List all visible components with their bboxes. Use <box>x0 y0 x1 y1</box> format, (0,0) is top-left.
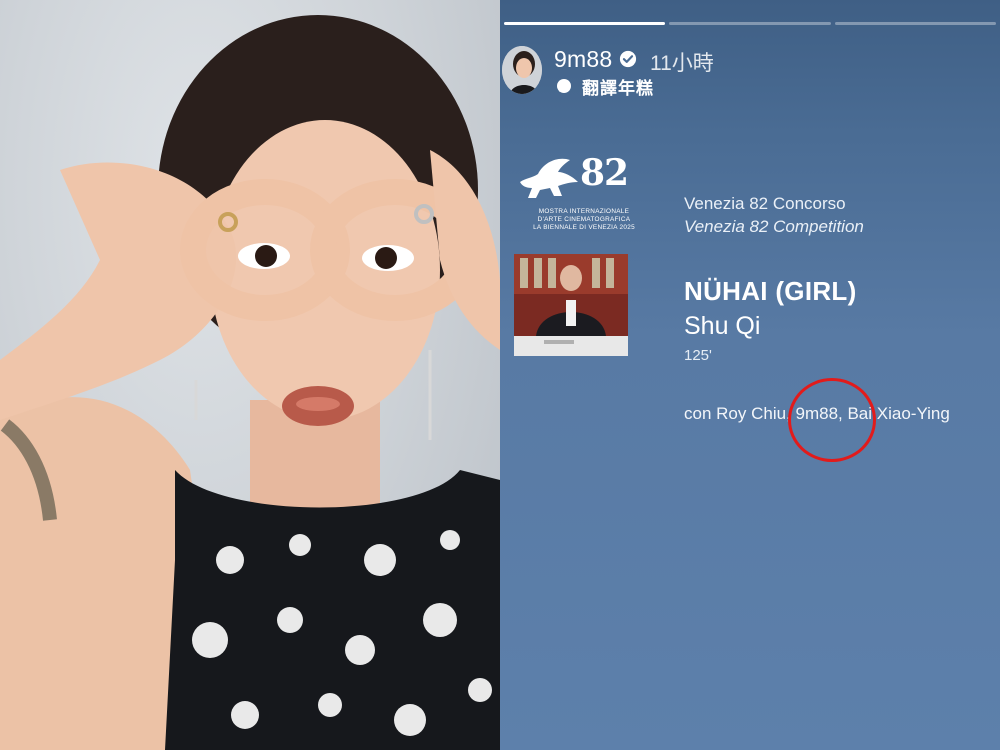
logo-number: 82 <box>580 152 629 194</box>
press-conference-image <box>514 254 628 356</box>
film-still-image <box>514 254 628 356</box>
translate-label: 翻譯年糕 <box>582 78 654 98</box>
film-info: NÜHAI (GIRL) Shu Qi 125' <box>684 276 857 364</box>
logo-line-3: LA BIENNALE DI VENEZIA 2025 <box>533 224 635 231</box>
speech-bubble-icon <box>557 79 571 93</box>
verified-badge-icon <box>619 50 637 68</box>
story-progress-bar <box>504 22 996 25</box>
left-iris <box>255 245 277 267</box>
avatar-image <box>502 46 542 94</box>
progress-segment-2 <box>669 22 831 25</box>
logo-line-1: MOSTRA INTERNAZIONALE <box>538 208 630 215</box>
translate-link[interactable]: 翻譯年糕 <box>556 75 654 98</box>
film-runtime: 125' <box>684 347 712 364</box>
right-iris <box>375 247 397 269</box>
instagram-story[interactable]: 9m88 11小時 翻譯年糕 82 MOSTRA INTERNAZIONALE … <box>500 0 1000 750</box>
story-header: 9m88 11小時 翻譯年糕 <box>502 44 982 100</box>
post-time: 11小時 <box>650 52 714 75</box>
film-title: NÜHAI (GIRL) <box>684 276 857 306</box>
right-hand-shape <box>430 150 500 350</box>
avatar[interactable] <box>502 46 542 94</box>
red-highlight-circle <box>788 378 876 462</box>
festival-english: Venezia 82 Competition <box>684 217 864 236</box>
festival-italian: Venezia 82 Concorso <box>684 194 846 213</box>
username[interactable]: 9m88 <box>554 46 612 73</box>
festival-section: Venezia 82 Concorso Venezia 82 Competiti… <box>684 194 864 237</box>
film-director: Shu Qi <box>684 312 761 340</box>
logo-line-2: D'ARTE CINEMATOGRAFICA <box>537 216 631 223</box>
lips-highlight <box>296 397 340 411</box>
winged-lion-icon <box>520 158 578 198</box>
portrait-illustration <box>0 15 500 750</box>
venice-festival-logo: 82 MOSTRA INTERNAZIONALE D'ARTE CINEMATO… <box>514 150 639 235</box>
progress-segment-1 <box>504 22 666 25</box>
progress-segment-3 <box>834 22 996 25</box>
portrait-photo <box>0 0 500 750</box>
